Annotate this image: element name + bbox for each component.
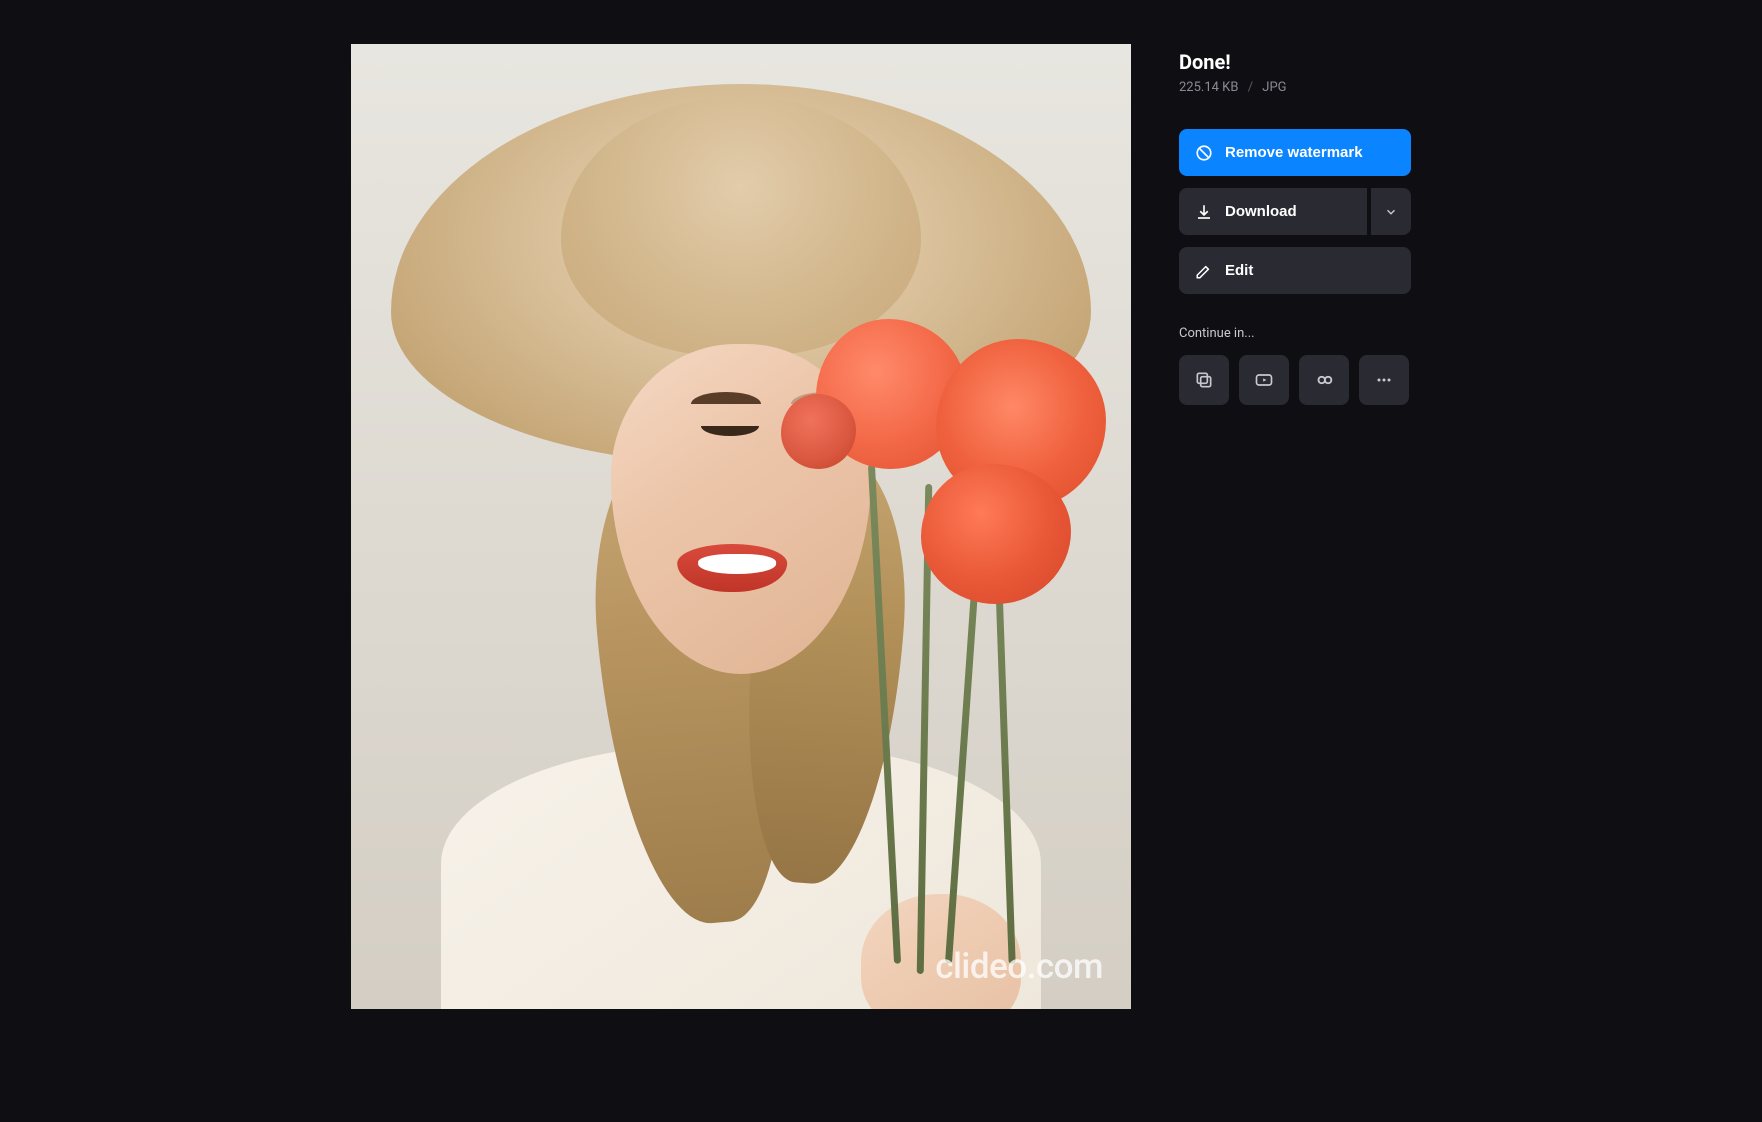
download-icon [1195,203,1213,221]
pencil-icon [1195,262,1213,280]
status-title: Done! [1179,50,1411,74]
download-options-button[interactable] [1371,188,1411,235]
no-symbol-icon [1195,144,1213,162]
image-preview: clideo.com [351,44,1131,1009]
watermark-text: clideo.com [935,946,1103,987]
layers-icon [1194,370,1214,390]
continue-video-button[interactable] [1239,355,1289,405]
file-format: JPG [1262,80,1286,95]
edit-label: Edit [1225,262,1253,279]
download-label: Download [1225,203,1297,220]
continue-layers-button[interactable] [1179,355,1229,405]
continue-icon-row [1179,355,1411,405]
continue-more-button[interactable] [1359,355,1409,405]
chevron-down-icon [1384,205,1398,219]
remove-watermark-button[interactable]: Remove watermark [1179,129,1411,176]
infinity-icon [1313,369,1335,391]
download-button[interactable]: Download [1179,188,1367,235]
edit-button[interactable]: Edit [1179,247,1411,294]
file-size: 225.14 KB [1179,80,1238,95]
remove-watermark-label: Remove watermark [1225,144,1363,161]
video-icon [1254,370,1274,390]
meta-separator: / [1248,80,1253,95]
more-icon [1374,370,1394,390]
file-meta: 225.14 KB / JPG [1179,80,1411,95]
sidebar: Done! 225.14 KB / JPG Remove watermark [1179,44,1411,1009]
continue-infinity-button[interactable] [1299,355,1349,405]
continue-label: Continue in... [1179,326,1411,341]
